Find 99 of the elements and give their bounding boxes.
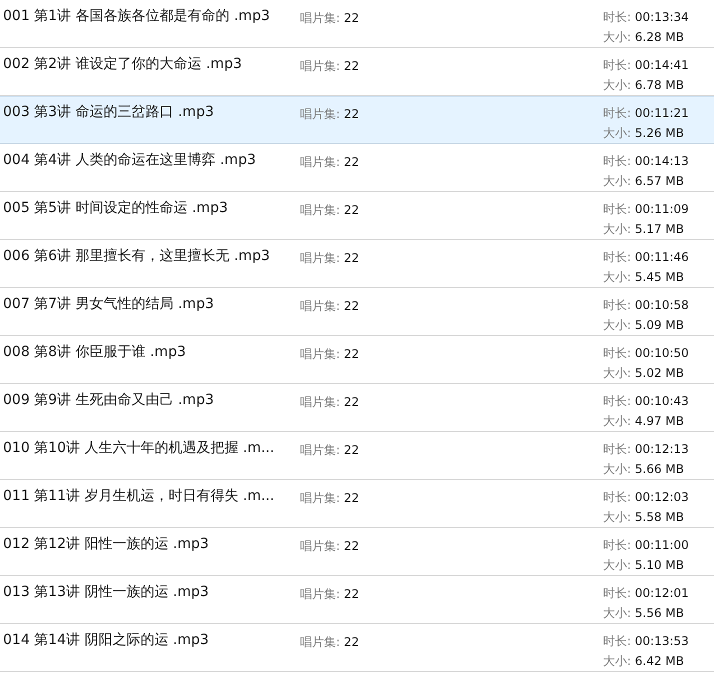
- duration-label: 时长:: [603, 634, 632, 648]
- album-value: 22: [344, 155, 360, 169]
- duration-value: 00:13:53: [634, 634, 689, 648]
- duration-label: 时长:: [603, 202, 632, 216]
- album-label: 唱片集:: [300, 299, 340, 313]
- duration-label: 时长:: [603, 154, 632, 168]
- album-value: 22: [344, 59, 360, 73]
- album-label: 唱片集:: [300, 491, 340, 505]
- album-value: 22: [344, 587, 360, 601]
- size-label: 大小:: [603, 510, 632, 524]
- size-value: 5.58 MB: [634, 510, 684, 524]
- size-value: 5.45 MB: [634, 270, 684, 284]
- file-name: 004 第4讲 人类的命运在这里博弈 .mp3: [2, 151, 257, 170]
- album-value: 22: [344, 347, 360, 361]
- duration-value: 00:14:13: [634, 154, 689, 168]
- album-label: 唱片集:: [300, 11, 340, 25]
- file-row[interactable]: 003 第3讲 命运的三岔路口 .mp3 唱片集: 22 时长: 00:11:21 大小: 5.26 MB: [0, 96, 714, 144]
- file-name: 010 第10讲 人生六十年的机遇及把握 .m...: [2, 439, 276, 458]
- size-label: 大小:: [603, 654, 632, 668]
- file-name: 007 第7讲 男女气性的结局 .mp3: [2, 295, 215, 314]
- duration-label: 时长:: [603, 298, 632, 312]
- size-label: 大小:: [603, 366, 632, 380]
- duration-value: 00:12:03: [634, 490, 689, 504]
- duration-label: 时长:: [603, 250, 632, 264]
- album-value: 22: [344, 395, 360, 409]
- album-label: 唱片集:: [300, 587, 340, 601]
- size-value: 6.57 MB: [634, 174, 684, 188]
- duration-value: 00:11:09: [634, 202, 689, 216]
- file-name: 002 第2讲 谁设定了你的大命运 .mp3: [2, 55, 243, 74]
- duration-value: 00:10:58: [634, 298, 689, 312]
- album-label: 唱片集:: [300, 539, 340, 553]
- album-value: 22: [344, 299, 360, 313]
- duration-label: 时长:: [603, 586, 632, 600]
- size-label: 大小:: [603, 126, 632, 140]
- album-label: 唱片集:: [300, 347, 340, 361]
- duration-label: 时长:: [603, 394, 632, 408]
- file-name: 003 第3讲 命运的三岔路口 .mp3: [2, 103, 215, 122]
- size-label: 大小:: [603, 606, 632, 620]
- size-value: 5.10 MB: [634, 558, 684, 572]
- duration-value: 00:14:41: [634, 58, 689, 72]
- size-label: 大小:: [603, 78, 632, 92]
- duration-label: 时长:: [603, 106, 632, 120]
- duration-value: 00:11:46: [634, 250, 689, 264]
- size-value: 5.17 MB: [634, 222, 684, 236]
- size-label: 大小:: [603, 270, 632, 284]
- album-value: 22: [344, 635, 360, 649]
- size-label: 大小:: [603, 174, 632, 188]
- file-name: 009 第9讲 生死由命又由己 .mp3: [2, 391, 215, 410]
- duration-label: 时长:: [603, 346, 632, 360]
- duration-label: 时长:: [603, 10, 632, 24]
- album-value: 22: [344, 491, 360, 505]
- duration-value: 00:10:50: [634, 346, 689, 360]
- size-value: 5.66 MB: [634, 462, 684, 476]
- duration-value: 00:12:01: [634, 586, 689, 600]
- album-label: 唱片集:: [300, 395, 340, 409]
- album-value: 22: [344, 539, 360, 553]
- file-name: 001 第1讲 各国各族各位都是有命的 .mp3: [2, 7, 271, 26]
- album-label: 唱片集:: [300, 251, 340, 265]
- album-label: 唱片集:: [300, 635, 340, 649]
- album-value: 22: [344, 443, 360, 457]
- size-value: 4.97 MB: [634, 414, 684, 428]
- file-name: 008 第8讲 你臣服于谁 .mp3: [2, 343, 187, 362]
- size-label: 大小:: [603, 414, 632, 428]
- file-name: 005 第5讲 时间设定的性命运 .mp3: [2, 199, 229, 218]
- size-label: 大小:: [603, 558, 632, 572]
- album-label: 唱片集:: [300, 107, 340, 121]
- size-value: 5.26 MB: [634, 126, 684, 140]
- size-value: 5.02 MB: [634, 366, 684, 380]
- album-label: 唱片集:: [300, 59, 340, 73]
- duration-label: 时长:: [603, 490, 632, 504]
- album-label: 唱片集:: [300, 443, 340, 457]
- size-value: 6.42 MB: [634, 654, 684, 668]
- size-value: 6.78 MB: [634, 78, 684, 92]
- size-value: 5.56 MB: [634, 606, 684, 620]
- size-label: 大小:: [603, 462, 632, 476]
- file-name: 006 第6讲 那里擅长有，这里擅长无 .mp3: [2, 247, 271, 266]
- file-name: 011 第11讲 岁月生机运，时日有得失 .m...: [2, 487, 276, 506]
- duration-value: 00:11:00: [634, 538, 689, 552]
- album-value: 22: [344, 251, 360, 265]
- album-label: 唱片集:: [300, 203, 340, 217]
- duration-value: 00:11:21: [634, 106, 689, 120]
- size-label: 大小:: [603, 30, 632, 44]
- album-value: 22: [344, 203, 360, 217]
- album-value: 22: [344, 107, 360, 121]
- duration-value: 00:10:43: [634, 394, 689, 408]
- duration-label: 时长:: [603, 442, 632, 456]
- duration-value: 00:12:13: [634, 442, 689, 456]
- size-value: 5.09 MB: [634, 318, 684, 332]
- size-label: 大小:: [603, 222, 632, 236]
- file-name: 013 第13讲 阴性一族的运 .mp3: [2, 583, 210, 602]
- duration-label: 时长:: [603, 538, 632, 552]
- album-label: 唱片集:: [300, 155, 340, 169]
- size-label: 大小:: [603, 318, 632, 332]
- duration-value: 00:13:34: [634, 10, 689, 24]
- duration-label: 时长:: [603, 58, 632, 72]
- album-value: 22: [344, 11, 360, 25]
- file-name: 012 第12讲 阳性一族的运 .mp3: [2, 535, 210, 554]
- file-name: 014 第14讲 阴阳之际的运 .mp3: [2, 631, 210, 650]
- size-value: 6.28 MB: [634, 30, 684, 44]
